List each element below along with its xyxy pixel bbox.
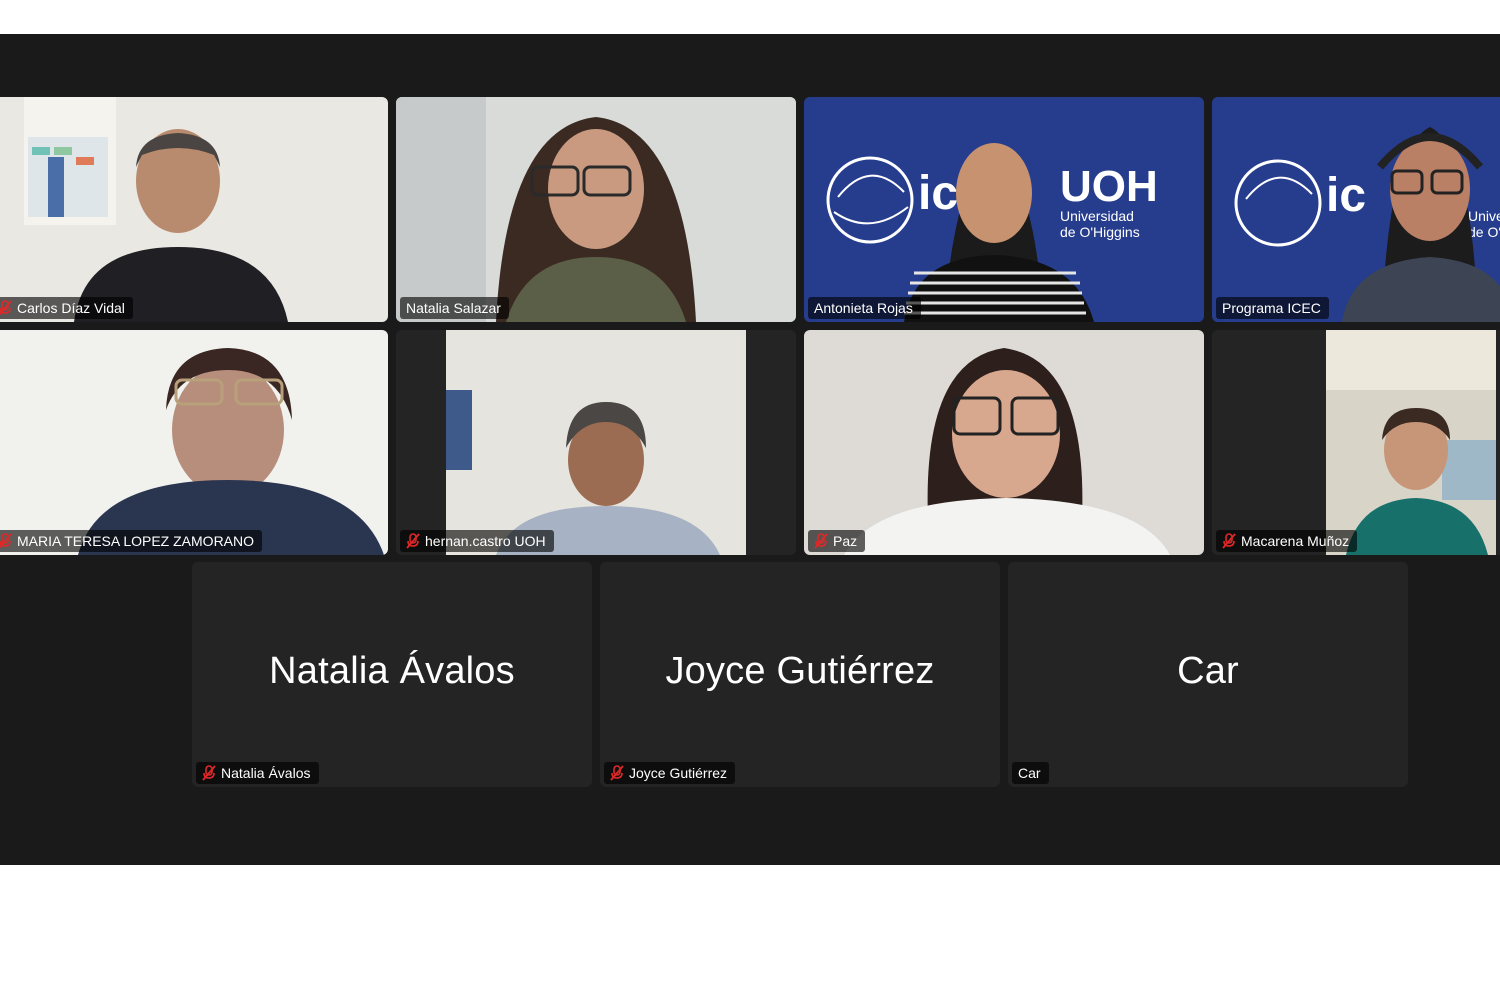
participant-name-tag: Car [1012, 762, 1049, 784]
participant-name-tag: Paz [808, 530, 866, 552]
logo-text: de O' [1468, 224, 1500, 240]
microphone-muted-icon [0, 533, 12, 549]
participant-name: MARIA TERESA LOPEZ ZAMORANO [17, 533, 255, 549]
participant-video [396, 330, 796, 555]
participant-name-tag: Programa ICEC [1216, 297, 1329, 319]
participant-name-tag: MARIA TERESA LOPEZ ZAMORANO [0, 530, 263, 552]
logo-text: de O'Higgins [1060, 224, 1140, 240]
participant-video [0, 330, 388, 555]
participant-center-name: Natalia Ávalos [269, 650, 515, 692]
microphone-muted-icon [0, 300, 12, 316]
participant-video [396, 97, 796, 322]
participant-video [1212, 330, 1500, 555]
participant-name-tag: Joyce Gutiérrez [604, 762, 736, 784]
participant-tile-hernan[interactable]: hernan.castro UOH [396, 330, 796, 555]
participant-video [0, 97, 388, 322]
participant-name: Natalia Ávalos [221, 765, 311, 781]
microphone-muted-icon [202, 765, 216, 781]
microphone-muted-icon [610, 765, 624, 781]
participant-name-tag: Antonieta Rojas [808, 297, 921, 319]
participant-name-tag: Natalia Ávalos [196, 762, 319, 784]
participant-name: Antonieta Rojas [814, 300, 913, 316]
logo-text: Universidad [1060, 208, 1134, 224]
participant-name: Carlos Díaz Vidal [17, 300, 125, 316]
participant-name-tag: Natalia Salazar [400, 297, 509, 319]
participant-tile-carlos[interactable]: Carlos Díaz Vidal [0, 97, 388, 322]
logo-text: Unive [1468, 208, 1500, 224]
participant-name: Natalia Salazar [406, 300, 501, 316]
participant-name: Macarena Muñoz [1241, 533, 1350, 549]
microphone-muted-icon [406, 533, 420, 549]
participant-name: Programa ICEC [1222, 300, 1321, 316]
participant-center-name: Car [1177, 650, 1239, 692]
logo-text: ic [1326, 169, 1366, 222]
logo-text: UOH [1060, 162, 1158, 211]
participant-tile-macarena[interactable]: Macarena Muñoz [1212, 330, 1500, 555]
participant-video: ic UOH Universidad de O'Higgins [804, 97, 1204, 322]
participant-tile-natalia-salazar[interactable]: Natalia Salazar [396, 97, 796, 322]
meeting-gallery-view: Carlos Díaz Vidal Natalia Salazar ic UOH… [0, 34, 1500, 865]
participant-name-tag: Carlos Díaz Vidal [0, 297, 133, 319]
participant-name: Joyce Gutiérrez [629, 765, 728, 781]
participant-name-tag: hernan.castro UOH [400, 530, 554, 552]
participant-tile-car[interactable]: Car Car [1008, 562, 1408, 787]
microphone-muted-icon [1222, 533, 1236, 549]
participant-tile-paz[interactable]: Paz [804, 330, 1204, 555]
participant-tile-programa-icec[interactable]: ic Unive de O' Programa ICEC [1212, 97, 1500, 322]
participant-name-tag: Macarena Muñoz [1216, 530, 1358, 552]
participant-video [804, 330, 1204, 555]
participant-tile-maria-teresa[interactable]: MARIA TERESA LOPEZ ZAMORANO [0, 330, 388, 555]
participant-tile-joyce[interactable]: Joyce Gutiérrez Joyce Gutiérrez [600, 562, 1000, 787]
participant-center-name: Joyce Gutiérrez [665, 650, 935, 692]
logo-text: ic [918, 167, 958, 220]
participant-tile-antonieta[interactable]: ic UOH Universidad de O'Higgins Antoniet… [804, 97, 1204, 322]
participant-name: Car [1018, 765, 1041, 781]
participant-video: ic Unive de O' [1212, 97, 1500, 322]
participant-tile-natalia-avalos[interactable]: Natalia Ávalos Natalia Ávalos [192, 562, 592, 787]
participant-name: Paz [833, 533, 858, 549]
microphone-muted-icon [814, 533, 828, 549]
participant-name: hernan.castro UOH [425, 533, 546, 549]
